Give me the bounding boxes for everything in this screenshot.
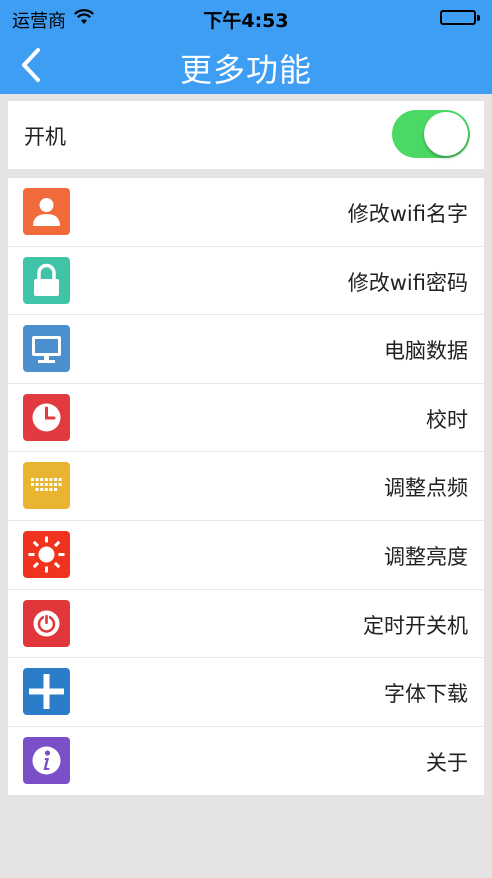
power-toggle[interactable] bbox=[392, 110, 470, 158]
menu-item-lock[interactable]: 修改wifi密码 bbox=[8, 247, 484, 316]
clock-time: 下午4:53 bbox=[203, 10, 289, 32]
menu-item-label: 关于 bbox=[426, 750, 468, 775]
user-icon bbox=[23, 188, 70, 235]
power-icon bbox=[23, 599, 70, 647]
menu-item-label: 调整点频 bbox=[384, 476, 468, 501]
menu-item-user[interactable]: 修改wifi名字 bbox=[8, 178, 484, 247]
clock-icon bbox=[23, 393, 70, 441]
menu-item-label: 字体下载 bbox=[384, 682, 468, 707]
menu-item-label: 电脑数据 bbox=[384, 339, 468, 364]
feature-menu: 修改wifi名字 修改wifi密码电脑数据校时调整点频调整亮度定时开关机字体下载关… bbox=[8, 178, 484, 795]
menu-item-plus[interactable]: 字体下载 bbox=[8, 658, 484, 727]
menu-item-keyboard[interactable]: 调整点频 bbox=[8, 452, 484, 521]
lock-icon bbox=[23, 256, 70, 304]
menu-item-power[interactable]: 定时开关机 bbox=[8, 590, 484, 659]
menu-item-label: 调整亮度 bbox=[384, 545, 468, 569]
menu-item-label: 定时开关机 bbox=[363, 613, 468, 638]
keyboard-icon bbox=[23, 462, 70, 510]
menu-item-label: 校时 bbox=[426, 407, 468, 432]
menu-item-label: 修改wifi密码 bbox=[347, 270, 468, 295]
sun-icon bbox=[23, 531, 70, 578]
power-label: 开机 bbox=[24, 125, 66, 149]
battery-icon bbox=[440, 10, 480, 25]
menu-item-label: 修改wifi名字 bbox=[347, 202, 468, 226]
menu-item-sun[interactable]: 调整亮度 bbox=[8, 521, 484, 590]
power-row: 开机 bbox=[8, 101, 484, 169]
menu-item-info[interactable]: 关于 bbox=[8, 727, 484, 796]
nav-bar: 更多功能 bbox=[0, 36, 492, 94]
plus-icon bbox=[23, 668, 70, 716]
monitor-icon bbox=[23, 325, 70, 373]
status-bar: 运营商 下午4:53 bbox=[0, 0, 492, 36]
toggle-knob bbox=[424, 112, 468, 156]
menu-item-clock[interactable]: 校时 bbox=[8, 384, 484, 453]
menu-item-monitor[interactable]: 电脑数据 bbox=[8, 315, 484, 384]
info-icon bbox=[23, 736, 70, 784]
page-title: 更多功能 bbox=[179, 51, 312, 89]
